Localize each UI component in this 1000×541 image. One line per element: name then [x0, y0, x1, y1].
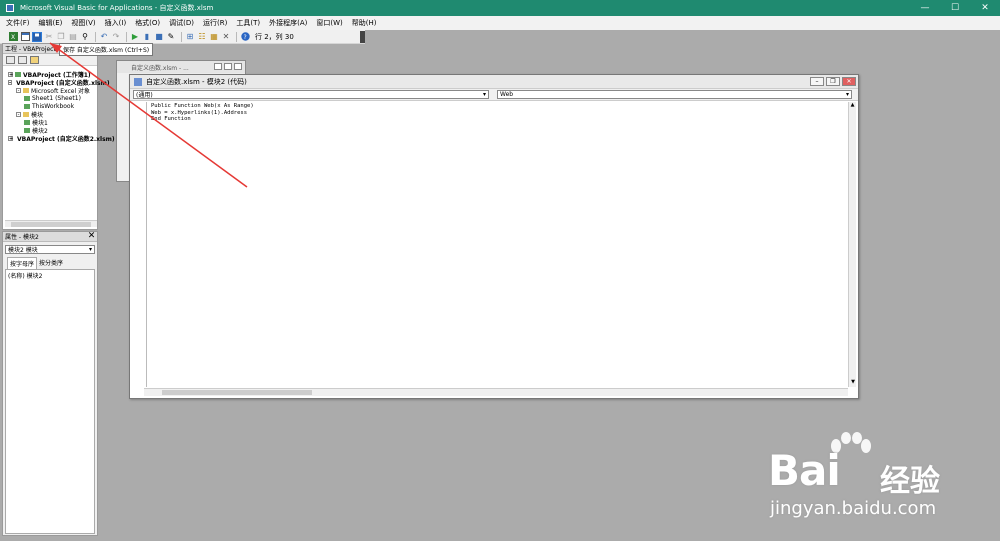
watermark-brand: Bai — [768, 446, 841, 495]
watermark-brand-suffix: 经验 — [880, 464, 940, 499]
watermark-url: jingyan.baidu.com — [770, 498, 937, 519]
